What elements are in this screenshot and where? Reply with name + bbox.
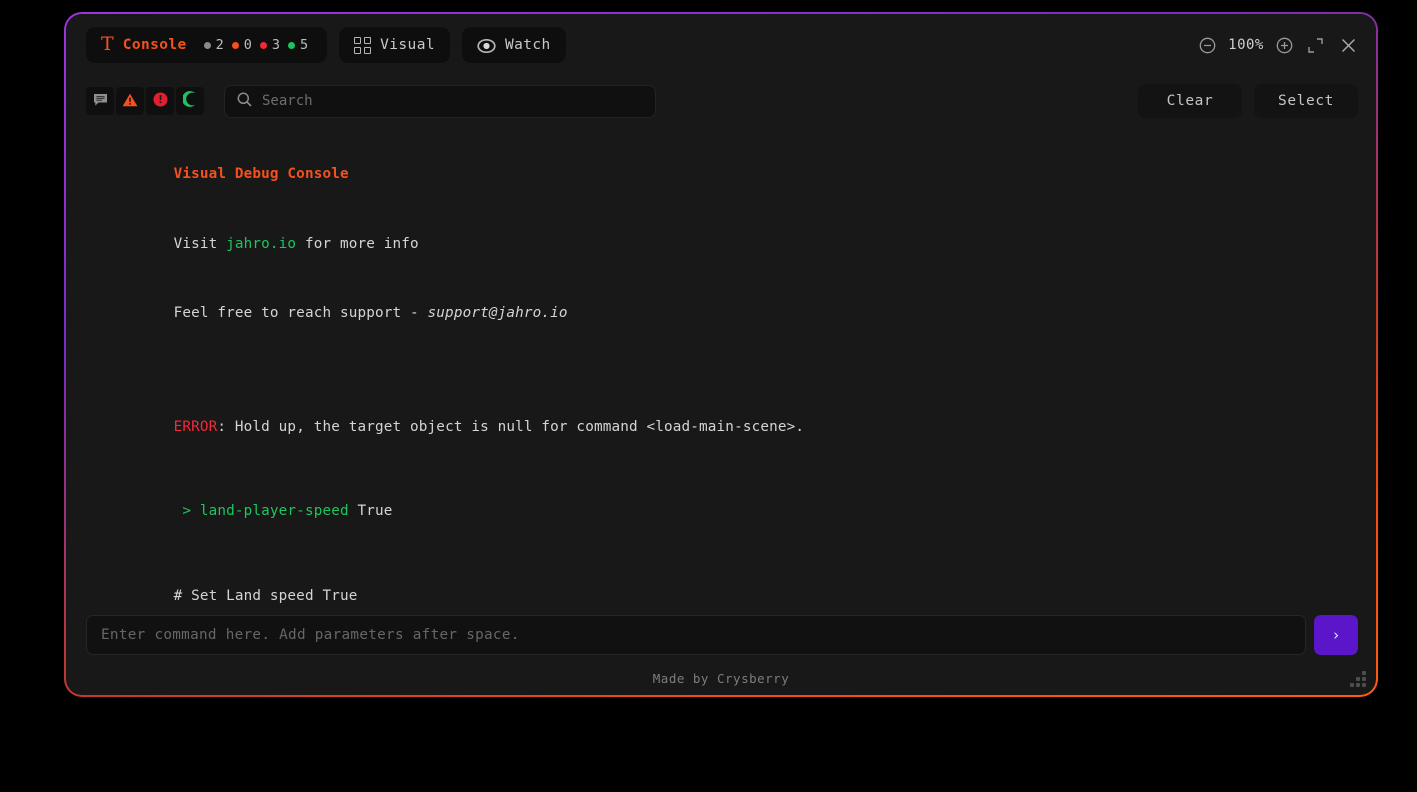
search-icon: [237, 92, 252, 111]
tab-visual-label: Visual: [380, 37, 435, 53]
command-count-value: 5: [300, 37, 309, 53]
error-count-dot: [259, 41, 267, 49]
warning-triangle-icon: [122, 92, 138, 111]
log-entry-args: True: [348, 503, 393, 520]
message-bubble-icon: [93, 92, 108, 111]
zoom-level-label: 100%: [1228, 37, 1264, 53]
c-crescent-icon: [181, 91, 198, 111]
filter-errors-button[interactable]: [146, 87, 174, 115]
visit-suffix: for more info: [296, 235, 419, 252]
tab-console[interactable]: T Console 2 0 3 5: [86, 27, 328, 63]
search-input[interactable]: [262, 93, 643, 109]
search-box[interactable]: [224, 84, 656, 118]
toolbar-actions: Clear Select: [1138, 84, 1358, 118]
filter-commands-button[interactable]: [176, 87, 204, 115]
log-entry: # Set Land speed True: [86, 561, 1342, 607]
log-entry-prefix: ERROR: [173, 418, 218, 435]
log-count-value: 2: [215, 37, 224, 53]
warning-count-dot: [231, 41, 239, 49]
filter-warnings-button[interactable]: [116, 87, 144, 115]
log-entry: > land-player-speed True: [86, 477, 1342, 546]
log-header-visit: Visit jahro.io for more info: [86, 209, 1342, 278]
jahro-link[interactable]: jahro.io: [226, 236, 296, 252]
expand-icon[interactable]: [1307, 37, 1324, 54]
app-window: T Console 2 0 3 5 Visual Watch 100% Sear…: [64, 12, 1378, 697]
send-button[interactable]: ›: [1314, 615, 1358, 655]
error-count: 3: [259, 37, 281, 53]
command-input[interactable]: [86, 615, 1306, 655]
window-controls: 100%: [1199, 36, 1358, 55]
log-entry-command: land-player-speed: [199, 503, 349, 520]
footer-credit: Made by Crysberry: [652, 670, 790, 686]
tab-console-label: Console: [122, 37, 187, 53]
grid-icon: [354, 36, 372, 54]
log-entry-text: Set Land speed True: [191, 587, 358, 604]
visit-prefix: Visit: [173, 235, 227, 252]
command-count-dot: [288, 41, 296, 49]
log-count-dot: [203, 41, 211, 49]
title-bar: T Console 2 0 3 5 Visual Watch 100%: [66, 14, 1376, 76]
error-circle-icon: [153, 92, 168, 111]
clear-button[interactable]: Clear: [1138, 84, 1242, 118]
filter-button-group: [86, 87, 204, 115]
toolbar: Clear Select: [66, 76, 1376, 126]
log-header-title: Visual Debug Console: [86, 140, 1342, 209]
log-count: 2: [203, 37, 224, 53]
warning-count-value: 0: [243, 37, 252, 53]
serif-t-logo-icon: T: [101, 32, 114, 55]
support-prefix: Feel free to reach support -: [173, 305, 428, 322]
command-count: 5: [288, 37, 308, 53]
filter-messages-button[interactable]: [86, 87, 114, 115]
log-entry: ERROR: Hold up, the target object is nul…: [86, 392, 1342, 461]
log-entry-text: : Hold up, the target object is null for…: [217, 418, 805, 435]
console-title: Visual Debug Console: [173, 166, 349, 183]
support-email[interactable]: support@jahro.io: [428, 305, 568, 321]
log-panel: Visual Debug Console Visit jahro.io for …: [66, 132, 1376, 607]
eye-icon: [477, 38, 496, 54]
log-entry-prefix: >: [173, 503, 200, 520]
tab-watch-label: Watch: [504, 37, 551, 53]
log-output[interactable]: Visual Debug Console Visit jahro.io for …: [66, 132, 1376, 607]
select-button[interactable]: Select: [1254, 84, 1358, 118]
log-header-support: Feel free to reach support - support@jah…: [86, 279, 1342, 348]
command-input-row: ›: [66, 607, 1376, 661]
footer: Made by Crysberry: [66, 661, 1376, 695]
resize-grip[interactable]: [1350, 671, 1366, 687]
error-count-value: 3: [271, 37, 281, 53]
close-icon[interactable]: [1339, 36, 1358, 55]
console-counters: 2 0 3 5: [203, 37, 313, 53]
zoom-out-icon[interactable]: [1199, 37, 1216, 54]
window-body: T Console 2 0 3 5 Visual Watch 100% Sear…: [66, 14, 1376, 695]
log-entry-prefix: #: [173, 587, 192, 604]
warning-count: 0: [231, 37, 252, 53]
tab-watch[interactable]: Watch: [461, 27, 566, 63]
tab-visual[interactable]: Visual: [339, 27, 450, 63]
log-spacer: [86, 348, 1342, 392]
zoom-in-icon[interactable]: [1276, 37, 1293, 54]
